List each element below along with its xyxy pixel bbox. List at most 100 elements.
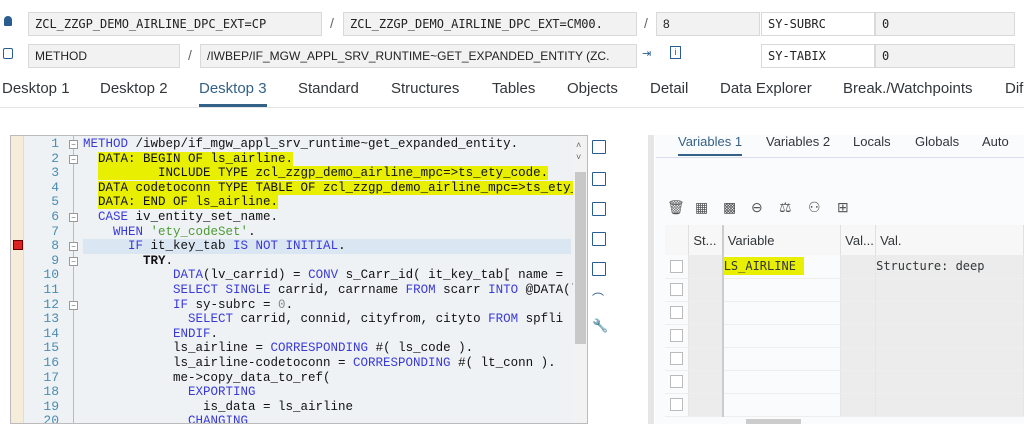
code-line[interactable]: CHANGING <box>83 414 571 423</box>
table-row[interactable] <box>665 278 1024 302</box>
fold-toggle-icon[interactable]: − <box>69 213 78 222</box>
column-status[interactable]: St... <box>688 225 724 255</box>
tab-diff[interactable]: Dif <box>1005 80 1023 97</box>
row-checkbox[interactable] <box>670 283 683 296</box>
value-cell[interactable] <box>875 301 1024 325</box>
copy-icon[interactable] <box>592 202 606 216</box>
delete-icon[interactable]: 🗑 <box>667 199 685 216</box>
tab-globals[interactable]: Globals <box>915 134 959 149</box>
sy-subrc-value[interactable]: 0 <box>875 12 1015 36</box>
grid-icon[interactable]: ▦ <box>695 199 708 216</box>
code-line[interactable]: EXPORTING <box>83 385 571 400</box>
split-icon[interactable] <box>592 262 606 276</box>
tab-desktop-3[interactable]: Desktop 3 <box>199 80 267 107</box>
code-line[interactable]: METHOD /iwbep/if_mgw_appl_srv_runtime~ge… <box>83 137 571 152</box>
value-cell[interactable]: Structure: deep <box>875 255 1024 279</box>
value-cell[interactable] <box>875 278 1024 302</box>
code-line[interactable]: DATA(lv_carrid) = CONV s_Carr_id( it_key… <box>83 268 587 283</box>
grid-outline-icon[interactable]: ▩ <box>723 199 736 216</box>
code-line[interactable]: IF it_key_tab IS NOT INITIAL. <box>83 239 571 254</box>
code-line[interactable]: WHEN 'ety_codeSet'. <box>83 225 571 240</box>
tab-desktop-2[interactable]: Desktop 2 <box>100 80 168 97</box>
row-select[interactable] <box>665 393 690 417</box>
code-line[interactable]: me->copy_data_to_ref( <box>83 371 571 386</box>
table-row[interactable] <box>665 324 1024 348</box>
tab-data-explorer[interactable]: Data Explorer <box>720 80 812 97</box>
add-icon[interactable]: ⊞ <box>837 199 849 216</box>
table-row[interactable] <box>665 370 1024 394</box>
row-checkbox[interactable] <box>670 259 683 273</box>
code-scrollbar[interactable]: ˄ ˅ <box>573 136 587 423</box>
wrench-icon[interactable]: 🔧 <box>592 318 608 334</box>
horizontal-scrollbar[interactable] <box>746 419 801 424</box>
row-select[interactable] <box>665 301 690 325</box>
scroll-down-icon[interactable]: ˅ <box>576 152 581 162</box>
tab-auto[interactable]: Auto <box>982 134 1009 149</box>
value-cell[interactable] <box>875 393 1024 417</box>
variable-cell[interactable] <box>721 278 842 302</box>
code-line[interactable]: DATA codetoconn TYPE TABLE OF zcl_zzgp_d… <box>83 180 587 196</box>
sy-tabix-value[interactable]: 0 <box>875 44 1015 68</box>
info-icon[interactable]: i <box>670 46 681 59</box>
code-line[interactable]: ls_airline-codetoconn = CORRESPONDING #(… <box>83 356 571 371</box>
breakpoint-gutter[interactable] <box>11 136 24 423</box>
type-field[interactable]: METHOD <box>28 44 180 68</box>
resize-icon[interactable] <box>592 232 606 246</box>
code-line[interactable]: INCLUDE TYPE zcl_zzgp_demo_airline_mpc=>… <box>83 166 571 181</box>
goto-icon[interactable]: ⇥ <box>642 47 651 60</box>
include-field[interactable]: ZCL_ZZGP_DEMO_AIRLINE_DPC_EXT=CM00. <box>343 12 637 36</box>
fold-toggle-icon[interactable]: − <box>69 300 78 310</box>
variable-cell[interactable]: LS_AIRLINE <box>721 255 842 279</box>
code-line[interactable]: IF sy-subrc = 0. <box>83 298 571 313</box>
table-row[interactable] <box>665 347 1024 371</box>
code-line[interactable]: is_data = ls_airline <box>83 400 571 415</box>
row-select[interactable] <box>665 255 690 279</box>
fold-toggle-icon[interactable]: − <box>69 140 78 149</box>
variable-cell[interactable] <box>721 393 842 417</box>
compare-icon[interactable]: ⚖ <box>779 199 792 216</box>
line-field[interactable]: 8 <box>656 12 760 36</box>
row-select[interactable] <box>665 324 690 348</box>
tab-locals[interactable]: Locals <box>853 134 891 149</box>
program-field[interactable]: ZCL_ZZGP_DEMO_AIRLINE_DPC_EXT=CP <box>28 12 322 36</box>
row-checkbox[interactable] <box>670 398 683 411</box>
variable-cell[interactable] <box>721 301 842 325</box>
variable-cell[interactable] <box>721 324 842 348</box>
minus-circle-icon[interactable]: ⊖ <box>751 199 763 216</box>
new-window-icon[interactable] <box>592 172 606 186</box>
panel-splitter[interactable] <box>648 135 654 424</box>
column-variable[interactable]: Variable <box>721 225 842 255</box>
code-line[interactable]: TRY. <box>83 254 571 269</box>
table-row[interactable]: LS_AIRLINE Structure: deep <box>665 255 1024 279</box>
code-line[interactable]: SELECT carrid, connid, cityfrom, cityto … <box>83 312 571 327</box>
tab-standard[interactable]: Standard <box>298 80 359 97</box>
column-val-short[interactable]: Val... <box>840 225 877 255</box>
column-value[interactable]: Val. <box>875 225 1024 255</box>
value-cell[interactable] <box>875 347 1024 371</box>
code-line[interactable]: DATA: END OF ls_airline. <box>83 195 571 210</box>
code-line[interactable]: CASE iv_entity_set_name. <box>83 210 571 225</box>
row-select[interactable] <box>665 347 690 371</box>
code-line[interactable]: ENDIF. <box>83 327 571 342</box>
scrollbar-thumb[interactable] <box>575 172 586 344</box>
fold-toggle-icon[interactable]: − <box>69 256 78 266</box>
scroll-up-icon[interactable]: ˄ <box>576 140 581 150</box>
glasses-icon[interactable]: ⚇ <box>808 199 821 216</box>
tab-objects[interactable]: Objects <box>567 80 618 97</box>
row-checkbox[interactable] <box>670 352 683 365</box>
code-line[interactable]: DATA: BEGIN OF ls_airline. <box>83 151 571 167</box>
tab-detail[interactable]: Detail <box>650 80 688 97</box>
row-select[interactable] <box>665 278 690 302</box>
variable-cell[interactable] <box>721 370 842 394</box>
tab-structures[interactable]: Structures <box>391 80 459 97</box>
code-line[interactable]: SELECT SINGLE carrid, carrname FROM scar… <box>83 283 587 298</box>
row-checkbox[interactable] <box>670 375 683 388</box>
row-checkbox[interactable] <box>670 329 683 342</box>
value-cell[interactable] <box>875 324 1024 348</box>
fold-toggle-icon[interactable]: − <box>69 242 78 252</box>
value-cell[interactable] <box>875 370 1024 394</box>
row-checkbox[interactable] <box>670 306 683 319</box>
source-code-editor[interactable]: 1− METHOD /iwbep/if_mgw_appl_srv_runtime~… <box>10 135 588 424</box>
row-select[interactable] <box>665 370 690 394</box>
method-field[interactable]: /IWBEP/IF_MGW_APPL_SRV_RUNTIME~GET_EXPAN… <box>200 44 637 68</box>
